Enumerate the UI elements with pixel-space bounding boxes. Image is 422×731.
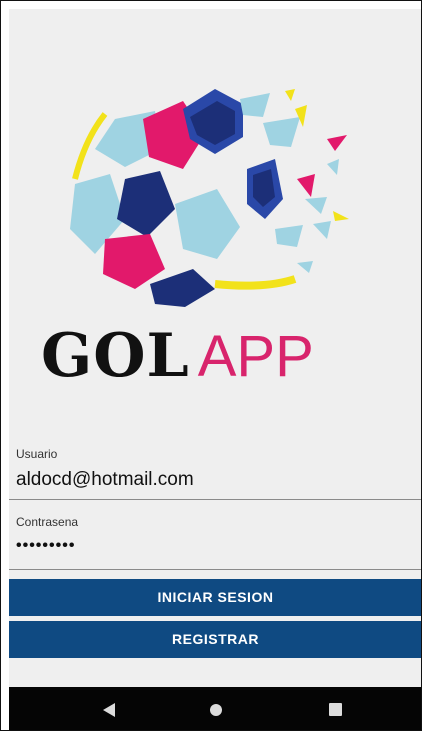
home-circle-icon (210, 703, 222, 716)
app-logo-text: GOL APP (41, 321, 401, 399)
recents-button[interactable] (305, 687, 365, 730)
username-underline (9, 499, 421, 500)
phone-screen: GOL APP Usuario aldocd@hotmail.com Contra… (0, 0, 422, 731)
password-field[interactable]: Contrasena ••••••••• (9, 509, 421, 571)
username-label: Usuario (16, 447, 58, 461)
login-button[interactable]: INICIAR SESION (9, 579, 421, 616)
logo-word-gol: GOL (41, 321, 190, 391)
register-button[interactable]: REGISTRAR (9, 621, 421, 658)
username-field[interactable]: Usuario aldocd@hotmail.com (9, 441, 421, 501)
password-input[interactable]: ••••••••• (16, 537, 75, 555)
username-input[interactable]: aldocd@hotmail.com (16, 469, 194, 491)
logo-word-app: APP (197, 324, 314, 389)
system-navigation-bar (9, 687, 421, 730)
home-button[interactable] (186, 687, 246, 730)
login-screen: GOL APP Usuario aldocd@hotmail.com Contra… (9, 9, 421, 687)
recents-square-icon (328, 703, 342, 716)
soccer-ball-logo-icon (70, 89, 349, 307)
back-button[interactable] (79, 687, 139, 730)
password-label: Contrasena (16, 515, 79, 529)
password-underline (9, 569, 421, 570)
back-triangle-icon (103, 702, 115, 717)
